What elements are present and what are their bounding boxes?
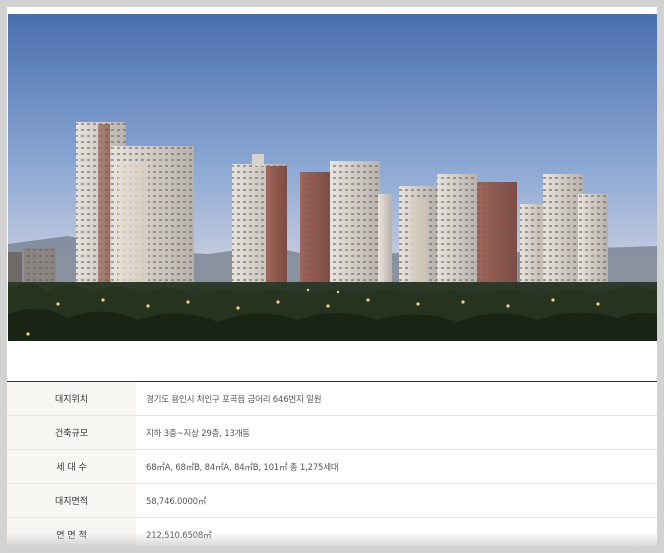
table-row: 대지면적 58,746.0000㎡ [7, 484, 657, 518]
row-value: 58,746.0000㎡ [146, 496, 207, 507]
row-value: 경기도 용인시 처인구 포곡읍 금어리 646번지 일원 [146, 394, 322, 405]
row-value: 68㎡A, 68㎡B, 84㎡A, 84㎡B, 101㎡ 총 1,275세대 [146, 462, 339, 473]
content-frame: 대지위치 경기도 용인시 처인구 포곡읍 금어리 646번지 일원 건축규모 지… [0, 0, 664, 553]
row-label: 대지위치 [7, 382, 136, 415]
hero-image [8, 14, 657, 348]
bottom-fade [7, 532, 657, 546]
table-row: 대지위치 경기도 용인시 처인구 포곡읍 금어리 646번지 일원 [7, 382, 657, 416]
row-value: 지하 3층~지상 29층, 13개동 [146, 428, 250, 439]
row-label: 건축규모 [7, 416, 136, 449]
row-label: 대지면적 [7, 484, 136, 517]
table-row: 세 대 수 68㎡A, 68㎡B, 84㎡A, 84㎡B, 101㎡ 총 1,2… [7, 450, 657, 484]
spacer [7, 341, 657, 381]
row-label: 세 대 수 [7, 450, 136, 483]
project-info-table: 대지위치 경기도 용인시 처인구 포곡읍 금어리 646번지 일원 건축규모 지… [7, 381, 657, 546]
table-row: 건축규모 지하 3층~지상 29층, 13개동 [7, 416, 657, 450]
